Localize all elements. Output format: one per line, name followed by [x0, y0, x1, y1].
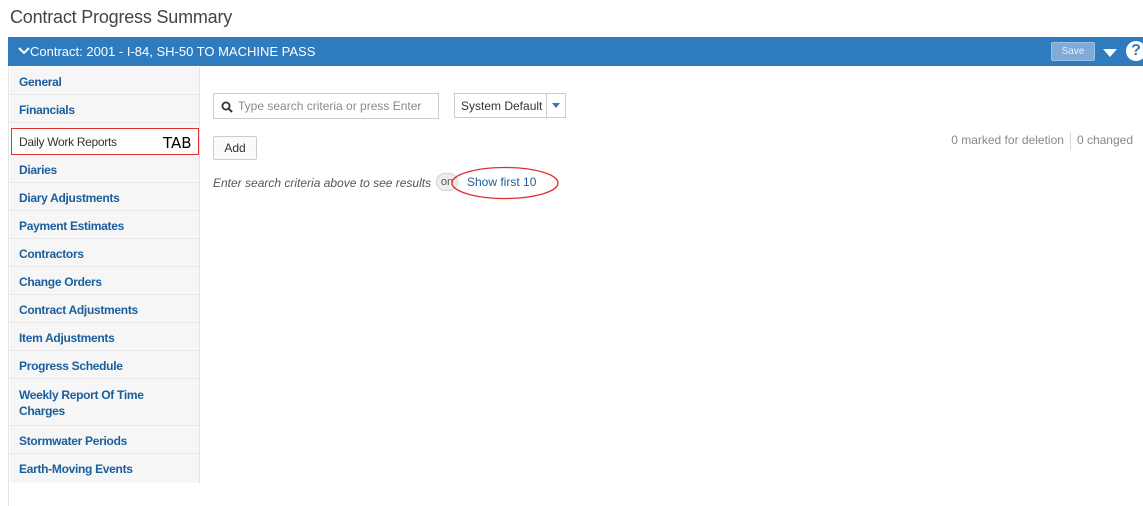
caret-down-icon [552, 103, 560, 108]
changed-count: 0 changed [1076, 133, 1133, 148]
help-icon[interactable]: ? [1126, 41, 1143, 61]
sidebar-item-contractors[interactable]: Contractors [10, 239, 199, 267]
divider [1069, 132, 1071, 150]
sidebar-item-stormwater-periods[interactable]: Stormwater Periods [10, 426, 199, 454]
left-divider [8, 66, 9, 506]
page-title: Contract Progress Summary [10, 7, 233, 27]
sidebar-item-label: Earth-Moving Events [19, 462, 133, 476]
add-button[interactable]: Add [213, 136, 257, 160]
sidebar-item-label: General [19, 75, 62, 89]
sidebar-item-financials[interactable]: Financials [10, 95, 199, 123]
layout-select-toggle[interactable] [546, 94, 565, 117]
sidebar-item-change-orders[interactable]: Change Orders [10, 267, 199, 295]
save-button[interactable]: Save [1051, 42, 1095, 61]
highlight-ellipse-annotation [451, 166, 559, 200]
sidebar-item-progress-schedule[interactable]: Progress Schedule [10, 351, 199, 379]
search-icon [221, 100, 233, 113]
sidebar-item-earth-moving-events[interactable]: Earth-Moving Events [10, 454, 199, 483]
sidebar-item-label: Change Orders [19, 275, 102, 289]
sidebar-item-label: Diary Adjustments [19, 191, 120, 205]
sidebar-item-diary-adjustments[interactable]: Diary Adjustments [10, 183, 199, 211]
results-hint: Enter search criteria above to see resul… [213, 176, 432, 190]
sidebar-item-label: Diaries [19, 163, 57, 177]
marked-for-deletion-count: 0 marked for deletion [951, 133, 1064, 148]
sidebar-item-weekly-report-of-time-charges[interactable]: Weekly Report Of Time Charges [10, 379, 199, 426]
sidebar-item-label: Progress Schedule [19, 359, 123, 373]
chevron-down-icon[interactable] [17, 43, 31, 59]
sidebar-item-item-adjustments[interactable]: Item Adjustments [10, 323, 199, 351]
search-input[interactable] [238, 97, 434, 115]
sidebar-item-label: Financials [19, 103, 75, 117]
sidebar-item-label: Contractors [19, 247, 84, 261]
sidebar-item-label: Stormwater Periods [19, 434, 127, 448]
caret-down-icon[interactable] [1103, 46, 1117, 58]
layout-select-value: System Default [461, 99, 543, 113]
sidebar-item-diaries[interactable]: Diaries [10, 155, 199, 183]
contract-title: Contract: 2001 - I-84, SH-50 TO MACHINE … [30, 44, 316, 59]
sidebar-item-label: Contract Adjustments [19, 303, 138, 317]
sidebar-item-contract-adjustments[interactable]: Contract Adjustments [10, 295, 199, 323]
sidebar-item-label: Weekly Report Of Time Charges [19, 388, 144, 418]
sidebar-item-general[interactable]: General [10, 67, 199, 95]
sidebar-item-label: Item Adjustments [19, 331, 115, 345]
change-counts: 0 marked for deletion 0 changed [951, 132, 1133, 150]
search-box[interactable] [213, 93, 439, 119]
contract-header-bar[interactable]: Contract: 2001 - I-84, SH-50 TO MACHINE … [8, 37, 1143, 66]
sidebar-item-label: Payment Estimates [19, 219, 124, 233]
sidebar-item-payment-estimates[interactable]: Payment Estimates [10, 211, 199, 239]
layout-select[interactable]: System Default [454, 93, 566, 118]
tab-annotation-label: TAB [163, 134, 192, 152]
